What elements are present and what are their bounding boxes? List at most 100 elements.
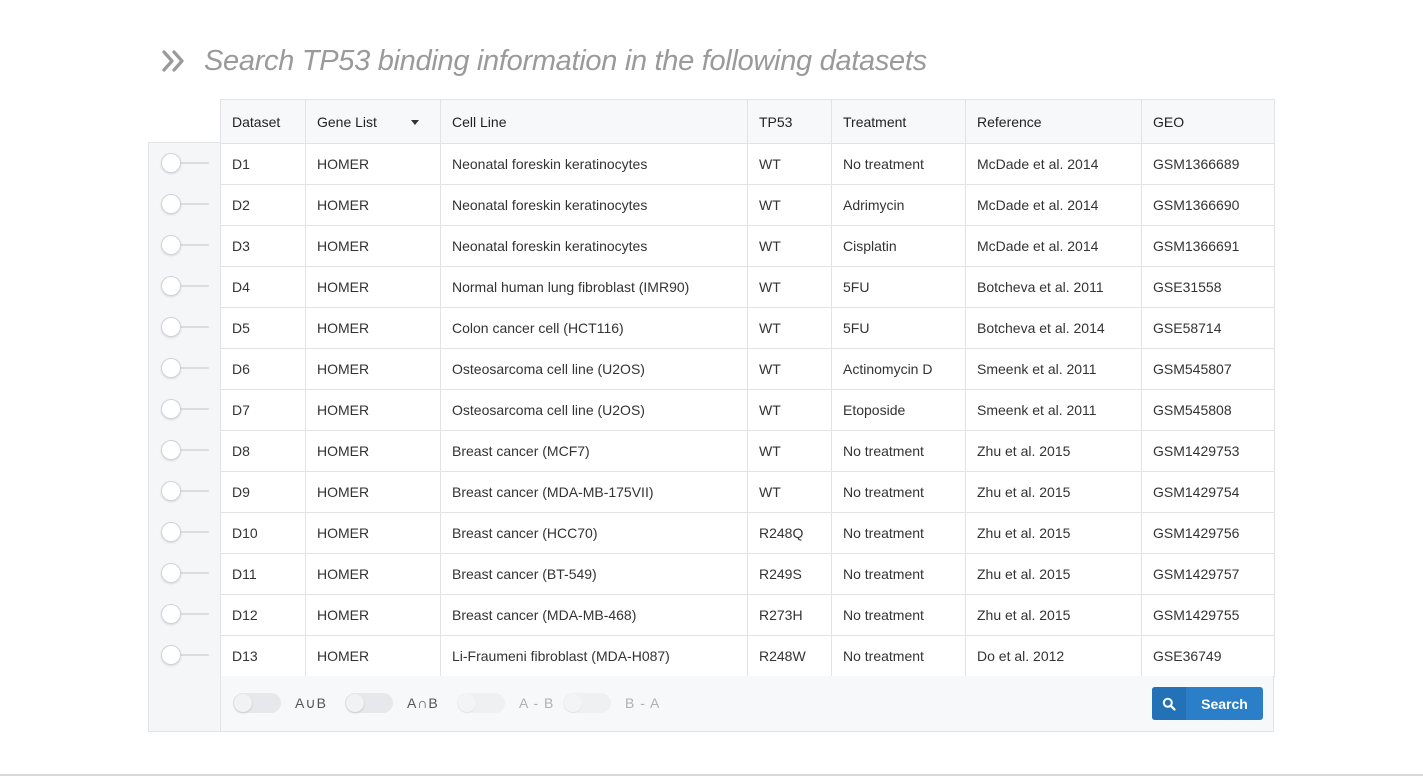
reference-link[interactable]: McDade et al. 2014 — [965, 143, 1142, 185]
treatment-cell: Etoposide — [831, 389, 966, 431]
toggle-knob — [161, 276, 181, 296]
intersection-label: A∩B — [407, 695, 439, 711]
reference-link[interactable]: Zhu et al. 2015 — [965, 471, 1142, 513]
column-header-geo[interactable]: GEO — [1141, 99, 1275, 144]
geo-link[interactable]: GSM1429756 — [1141, 512, 1275, 554]
reference-link[interactable]: McDade et al. 2014 — [965, 184, 1142, 226]
row-select-toggle[interactable] — [161, 522, 211, 542]
tp53-cell: WT — [747, 143, 832, 185]
search-button[interactable]: Search — [1152, 687, 1263, 720]
treatment-cell: No treatment — [831, 635, 966, 677]
column-header-gene-list[interactable]: Gene List — [305, 99, 441, 144]
set-op-union[interactable]: A∪B — [233, 692, 327, 714]
b-minus-a-label: B - A — [625, 695, 661, 711]
tp53-cell: WT — [747, 266, 832, 308]
a-minus-b-toggle[interactable] — [457, 693, 505, 713]
table-row: D9 HOMER Breast cancer (MDA-MB-175VII) WT No… — [220, 471, 1275, 513]
geo-link[interactable]: GSM1366690 — [1141, 184, 1275, 226]
toggle-knob — [161, 194, 181, 214]
dataset-cell: D6 — [220, 348, 306, 390]
row-select-toggle[interactable] — [161, 563, 211, 583]
row-select-toggle[interactable] — [161, 358, 211, 378]
geo-link[interactable]: GSE31558 — [1141, 266, 1275, 308]
cell-line-cell: Breast cancer (MCF7) — [440, 430, 748, 472]
toggle-knob — [458, 694, 476, 712]
treatment-cell: No treatment — [831, 471, 966, 513]
table-row: D3 HOMER Neonatal foreskin keratinocytes WT… — [220, 225, 1275, 267]
cell-line-cell: Osteosarcoma cell line (U2OS) — [440, 348, 748, 390]
geo-link[interactable]: GSE36749 — [1141, 635, 1275, 677]
treatment-cell: No treatment — [831, 512, 966, 554]
row-select-toggle[interactable] — [161, 317, 211, 337]
toggle-knob — [161, 358, 181, 378]
b-minus-a-toggle[interactable] — [563, 693, 611, 713]
dataset-cell: D4 — [220, 266, 306, 308]
geo-link[interactable]: GSM1366689 — [1141, 143, 1275, 185]
set-op-b-minus-a[interactable]: B - A — [563, 692, 660, 714]
set-op-intersection[interactable]: A∩B — [345, 692, 439, 714]
tp53-cell: WT — [747, 184, 832, 226]
row-select-toggle[interactable] — [161, 645, 211, 665]
caret-down-icon[interactable] — [410, 120, 419, 126]
column-header-tp53[interactable]: TP53 — [747, 99, 832, 144]
row-select-toggle[interactable] — [161, 481, 211, 501]
row-select-toggle[interactable] — [161, 604, 211, 624]
reference-link[interactable]: Do et al. 2012 — [965, 635, 1142, 677]
table-row: D6 HOMER Osteosarcoma cell line (U2OS) WT Ac… — [220, 348, 1275, 390]
table-row: D4 HOMER Normal human lung fibroblast (IMR… — [220, 266, 1275, 308]
treatment-cell: Actinomycin D — [831, 348, 966, 390]
geo-link[interactable]: GSM1429754 — [1141, 471, 1275, 513]
tp53-cell: WT — [747, 348, 832, 390]
intersection-toggle[interactable] — [345, 693, 393, 713]
geo-link[interactable]: GSM1366691 — [1141, 225, 1275, 267]
geo-link[interactable]: GSM1429757 — [1141, 553, 1275, 595]
cell-line-cell: Breast cancer (BT-549) — [440, 553, 748, 595]
gene-list-cell: HOMER — [305, 266, 441, 308]
treatment-cell: No treatment — [831, 594, 966, 636]
gene-list-cell: HOMER — [305, 594, 441, 636]
reference-link[interactable]: Botcheva et al. 2014 — [965, 307, 1142, 349]
a-minus-b-label: A - B — [519, 695, 555, 711]
row-select-toggle[interactable] — [161, 399, 211, 419]
set-op-a-minus-b[interactable]: A - B — [457, 692, 554, 714]
table-row: D8 HOMER Breast cancer (MCF7) WT No treatmen… — [220, 430, 1275, 472]
reference-link[interactable]: Botcheva et al. 2011 — [965, 266, 1142, 308]
column-header-reference[interactable]: Reference — [965, 99, 1142, 144]
geo-link[interactable]: GSE58714 — [1141, 307, 1275, 349]
treatment-cell: Adrimycin — [831, 184, 966, 226]
page-heading: Search TP53 binding information in the f… — [160, 40, 927, 82]
reference-link[interactable]: Zhu et al. 2015 — [965, 553, 1142, 595]
gene-list-cell: HOMER — [305, 307, 441, 349]
reference-link[interactable]: McDade et al. 2014 — [965, 225, 1142, 267]
union-label: A∪B — [295, 694, 327, 711]
row-select-toggle[interactable] — [161, 440, 211, 460]
geo-link[interactable]: GSM545808 — [1141, 389, 1275, 431]
column-header-cell-line[interactable]: Cell Line — [440, 99, 748, 144]
table-row: D10 HOMER Breast cancer (HCC70) R248Q No tre… — [220, 512, 1275, 554]
column-header-treatment[interactable]: Treatment — [831, 99, 966, 144]
reference-link[interactable]: Zhu et al. 2015 — [965, 594, 1142, 636]
row-select-toggle[interactable] — [161, 276, 211, 296]
gene-list-cell: HOMER — [305, 225, 441, 267]
reference-link[interactable]: Smeenk et al. 2011 — [965, 348, 1142, 390]
toggle-knob — [564, 694, 582, 712]
toggle-knob — [161, 399, 181, 419]
row-select-toggle[interactable] — [161, 235, 211, 255]
column-header-dataset[interactable]: Dataset — [220, 99, 306, 144]
gene-list-cell: HOMER — [305, 143, 441, 185]
geo-link[interactable]: GSM1429753 — [1141, 430, 1275, 472]
row-select-toggle[interactable] — [161, 153, 211, 173]
reference-link[interactable]: Zhu et al. 2015 — [965, 512, 1142, 554]
toggle-knob — [161, 604, 181, 624]
table-row: D7 HOMER Osteosarcoma cell line (U2OS) WT Et… — [220, 389, 1275, 431]
geo-link[interactable]: GSM545807 — [1141, 348, 1275, 390]
toggle-knob — [161, 317, 181, 337]
union-toggle[interactable] — [233, 693, 281, 713]
row-select-toggle[interactable] — [161, 194, 211, 214]
geo-link[interactable]: GSM1429755 — [1141, 594, 1275, 636]
reference-link[interactable]: Smeenk et al. 2011 — [965, 389, 1142, 431]
dataset-cell: D1 — [220, 143, 306, 185]
table-row: D2 HOMER Neonatal foreskin keratinocytes WT… — [220, 184, 1275, 226]
reference-link[interactable]: Zhu et al. 2015 — [965, 430, 1142, 472]
treatment-cell: 5FU — [831, 307, 966, 349]
